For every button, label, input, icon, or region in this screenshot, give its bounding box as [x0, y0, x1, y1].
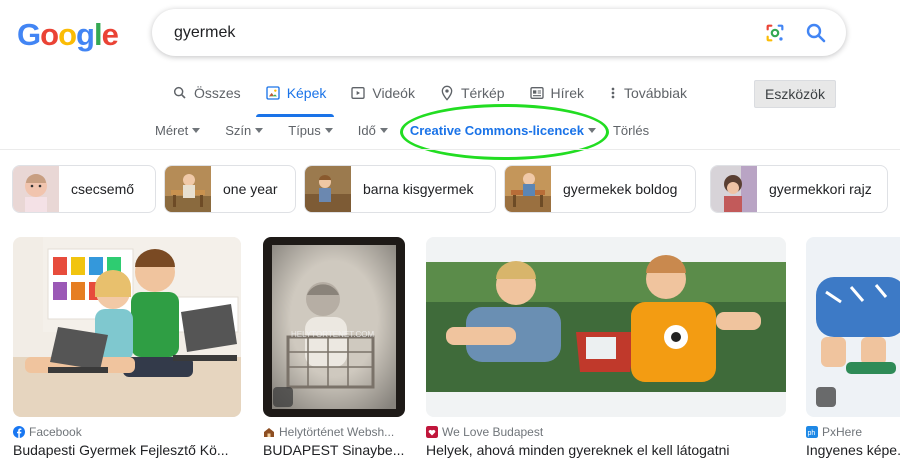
tab-videos[interactable]: Videók — [350, 80, 415, 106]
caret-down-icon — [587, 127, 596, 133]
header-divider — [0, 149, 900, 150]
google-logo[interactable]: Google — [17, 17, 119, 52]
site-favicon-icon — [426, 426, 438, 438]
search-tabs: Összes Képek Videók Térkép Hírek További… — [172, 80, 711, 108]
result-source[interactable]: ph PxHere — [806, 425, 900, 439]
tab-news[interactable]: Hírek — [529, 80, 584, 106]
filter-bar: Méret Szín Típus Idő Creative Commons-li… — [155, 120, 674, 140]
result-image[interactable]: HELYTORTENET.COM — [263, 237, 405, 417]
svg-text:ph: ph — [808, 430, 816, 437]
logo-letter: l — [93, 17, 103, 52]
image-result[interactable]: HELYTORTENET.COM Helytörténet Websh... B… — [263, 237, 405, 458]
related-chip[interactable]: gyermekek boldog — [504, 165, 696, 213]
svg-text:HELYTORTENET.COM: HELYTORTENET.COM — [291, 330, 374, 339]
clear-filters-button[interactable]: Törlés — [613, 123, 649, 138]
filter-creative-commons[interactable]: Creative Commons-licencek — [410, 123, 596, 138]
filter-time[interactable]: Idő — [358, 123, 388, 138]
filter-label: Creative Commons-licencek — [409, 122, 584, 138]
play-icon — [351, 87, 366, 99]
image-icon — [266, 86, 280, 100]
result-source[interactable]: We Love Budapest — [426, 425, 786, 439]
tab-label: Képek — [286, 85, 327, 101]
logo-letter: G — [17, 17, 41, 52]
chip-label: one year — [223, 181, 278, 197]
caret-down-icon — [324, 127, 333, 133]
result-title[interactable]: Budapesti Gyermek Fejlesztő Kö... — [13, 442, 241, 458]
image-badge-icon — [816, 387, 836, 407]
google-lens-icon[interactable] — [764, 22, 786, 44]
tab-all[interactable]: Összes — [172, 80, 241, 106]
chip-thumbnail — [305, 166, 351, 212]
filter-label: Méret — [155, 122, 189, 138]
source-name: Facebook — [29, 425, 82, 439]
related-chip[interactable]: gyermekkori rajz — [710, 165, 888, 213]
source-name: PxHere — [822, 425, 863, 439]
chip-thumbnail — [711, 166, 757, 212]
site-favicon-icon — [264, 428, 274, 437]
result-photo — [426, 237, 786, 417]
image-result[interactable]: Facebook Budapesti Gyermek Fejlesztő Kö.… — [13, 237, 241, 458]
active-tab-indicator — [256, 114, 334, 117]
tab-images[interactable]: Képek — [265, 80, 327, 106]
image-result[interactable]: ph PxHere Ingyenes képe... — [806, 237, 900, 458]
filter-label: Idő — [357, 122, 376, 138]
chip-thumbnail — [13, 166, 59, 212]
chip-label: barna kisgyermek — [363, 181, 474, 197]
related-chip[interactable]: one year — [164, 165, 296, 213]
related-chip[interactable]: barna kisgyermek — [304, 165, 496, 213]
filter-size[interactable]: Méret — [155, 122, 201, 138]
filter-type[interactable]: Típus — [288, 123, 333, 138]
tab-maps[interactable]: Térkép — [439, 80, 505, 106]
image-badge-icon — [273, 387, 293, 407]
result-source[interactable]: Facebook — [13, 425, 241, 439]
related-chip[interactable]: csecsemő — [12, 165, 156, 213]
tab-label: Összes — [194, 85, 241, 101]
pxhere-icon: ph — [806, 426, 818, 438]
chip-label: gyermekek boldog — [563, 181, 678, 197]
tools-button[interactable]: Eszközök — [754, 80, 836, 108]
filter-label: Típus — [288, 122, 321, 138]
result-source[interactable]: Helytörténet Websh... — [263, 425, 405, 439]
tab-label: Videók — [372, 85, 415, 101]
tab-label: Hírek — [550, 85, 584, 101]
result-image[interactable] — [13, 237, 241, 417]
logo-letter: e — [101, 17, 119, 52]
caret-down-icon — [192, 127, 201, 133]
result-title[interactable]: BUDAPEST Sinaybe... — [263, 442, 405, 458]
caret-down-icon — [379, 127, 388, 133]
chip-thumbnail — [505, 166, 551, 212]
logo-letter: g — [76, 17, 95, 52]
facebook-icon — [13, 426, 25, 438]
logo-letter: o — [58, 17, 77, 52]
source-name: Helytörténet Websh... — [279, 425, 395, 439]
map-pin-icon — [441, 85, 453, 101]
search-submit-icon[interactable] — [804, 21, 828, 45]
tab-label: Továbbiak — [623, 85, 688, 101]
result-title[interactable]: Helyek, ahová minden gyereknek el kell l… — [426, 442, 786, 458]
filter-color[interactable]: Szín — [225, 122, 264, 138]
chip-label: gyermekkori rajz — [769, 181, 872, 197]
image-result[interactable]: We Love Budapest Helyek, ahová minden gy… — [426, 237, 786, 458]
more-vert-icon — [611, 87, 615, 99]
filter-label: Szín — [225, 122, 252, 138]
result-title[interactable]: Ingyenes képe... — [806, 442, 900, 458]
tab-label: Térkép — [460, 85, 505, 101]
result-image[interactable] — [426, 237, 786, 417]
source-name: We Love Budapest — [442, 425, 544, 439]
result-photo — [13, 237, 241, 417]
news-icon — [529, 87, 544, 99]
chip-thumbnail — [165, 166, 211, 212]
tab-more[interactable]: Továbbiak — [608, 80, 687, 106]
search-input[interactable] — [174, 9, 734, 56]
search-box[interactable] — [152, 9, 846, 56]
caret-down-icon — [255, 127, 264, 133]
chip-label: csecsemő — [71, 181, 135, 197]
search-icon — [173, 86, 186, 99]
result-image[interactable] — [806, 237, 900, 417]
logo-letter: o — [40, 17, 59, 52]
